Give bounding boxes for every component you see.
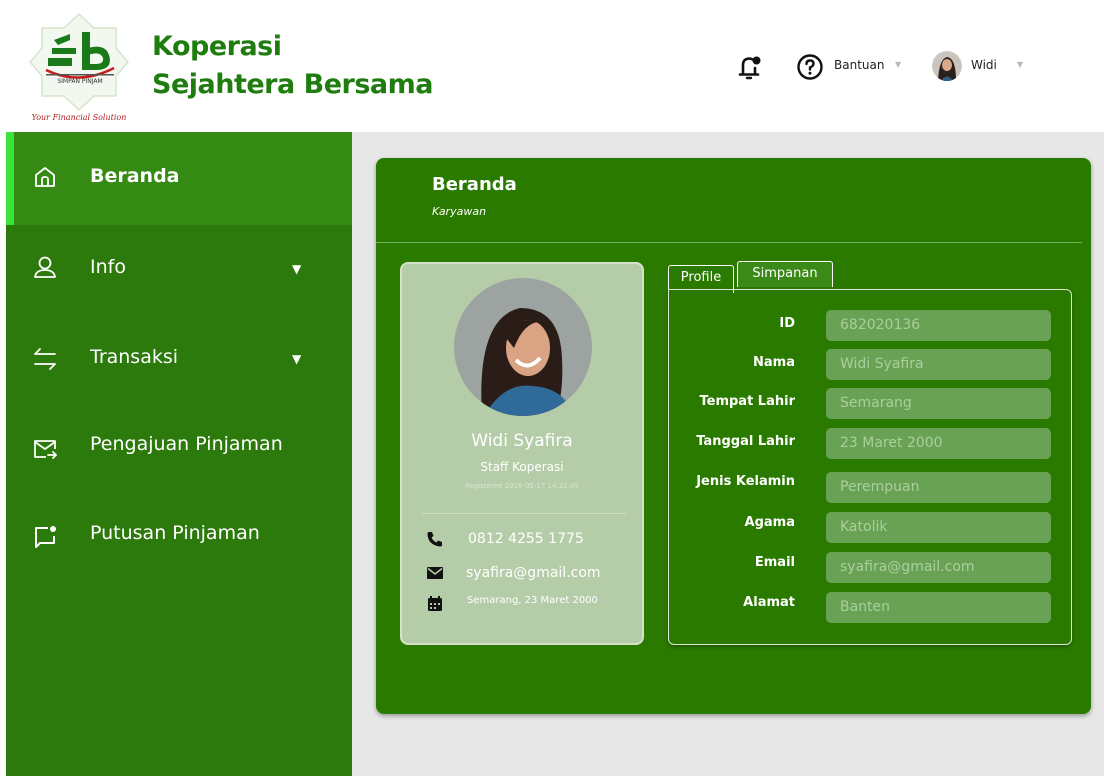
field-label: Jenis Kelamin (696, 474, 795, 489)
active-indicator (6, 132, 14, 225)
profile-photo (454, 278, 592, 416)
page-title: Beranda (432, 174, 517, 195)
phone-icon (426, 530, 444, 548)
field-value[interactable]: Perempuan (826, 472, 1051, 503)
sidebar-item-putusan-pinjaman[interactable]: Putusan Pinjaman (6, 510, 352, 570)
sidebar-item-beranda[interactable]: Beranda (6, 132, 352, 225)
divider (376, 242, 1082, 243)
field-id: ID 682020136 (669, 310, 1073, 342)
sidebar-item-label: Info (90, 256, 126, 278)
field-jenis-kelamin: Jenis Kelamin Perempuan (669, 472, 1073, 504)
logo-text: SIMPAN PINJAM (57, 78, 102, 85)
question-circle-icon[interactable] (796, 53, 824, 81)
field-value[interactable]: Katolik (826, 512, 1051, 543)
profile-form: ID 682020136 Nama Widi Syafira Tempat La… (668, 289, 1072, 645)
phone-number: 0812 4255 1775 (468, 531, 584, 547)
sidebar-item-transaksi[interactable]: Transaksi ▼ (6, 332, 352, 392)
profile-card: Widi Syafira Staff Koperasi Registered 2… (400, 262, 644, 645)
field-value[interactable]: syafira@gmail.com (826, 552, 1051, 583)
email-address: syafira@gmail.com (466, 565, 601, 581)
brand-name: Koperasi Sejahtera Bersama (152, 31, 433, 100)
sidebar-item-label: Transaksi (90, 346, 179, 368)
tab-simpanan[interactable]: Simpanan (737, 261, 833, 287)
field-tanggal-lahir: Tanggal Lahir 23 Maret 2000 (669, 428, 1073, 460)
field-alamat: Alamat Banten (669, 592, 1073, 624)
field-label: Nama (753, 355, 795, 370)
sidebar-item-label: Pengajuan Pinjaman (90, 433, 283, 455)
page-subtitle: Karyawan (432, 205, 487, 218)
mail-icon (426, 564, 444, 582)
swap-arrows-icon (32, 346, 58, 372)
logo-tagline: Your Financial Solution (32, 113, 127, 122)
mail-forward-icon (32, 436, 58, 462)
sidebar-item-info[interactable]: Info ▼ (6, 242, 352, 302)
registered-timestamp: Registered 2018-05-17 14:22:45 (465, 482, 579, 490)
field-nama: Nama Widi Syafira (669, 349, 1073, 381)
birth-place-date: Semarang, 23 Maret 2000 (467, 595, 598, 606)
caret-down-icon: ▼ (292, 262, 302, 276)
field-value[interactable]: Widi Syafira (826, 349, 1051, 380)
profile-name: Widi Syafira (471, 431, 573, 451)
field-value[interactable]: 682020136 (826, 310, 1051, 341)
profile-role: Staff Koperasi (480, 460, 564, 474)
user-menu-label[interactable]: Widi (971, 58, 997, 72)
sidebar: Beranda Info ▼ Transaksi ▼ Pengajuan Pin… (6, 132, 352, 776)
chevron-down-icon[interactable]: ▼ (1017, 60, 1023, 69)
field-label: Agama (744, 515, 795, 530)
chevron-down-icon[interactable]: ▼ (895, 60, 901, 69)
top-header: SIMPAN PINJAM Your Financial Solution Ko… (0, 0, 1104, 132)
bell-icon[interactable] (734, 52, 764, 82)
field-value[interactable]: Banten (826, 592, 1051, 623)
sidebar-item-label: Putusan Pinjaman (90, 522, 260, 544)
caret-down-icon: ▼ (292, 352, 302, 366)
field-label: Alamat (743, 595, 795, 610)
avatar[interactable] (932, 51, 962, 81)
calendar-icon (426, 595, 444, 613)
user-icon (32, 254, 58, 280)
field-tempat-lahir: Tempat Lahir Semarang (669, 388, 1073, 420)
divider (422, 513, 626, 514)
field-label: Email (754, 555, 795, 570)
field-value[interactable]: Semarang (826, 388, 1051, 419)
beranda-panel: Beranda Karyawan Widi Syafira Staff Kope… (376, 158, 1091, 714)
koperasi-logo[interactable]: SIMPAN PINJAM Your Financial Solution (26, 10, 132, 124)
chat-notification-icon (32, 524, 58, 550)
help-menu-label[interactable]: Bantuan (834, 58, 884, 72)
field-email: Email syafira@gmail.com (669, 552, 1073, 584)
field-agama: Agama Katolik (669, 512, 1073, 544)
sidebar-item-label: Beranda (90, 165, 180, 187)
field-label: Tanggal Lahir (696, 434, 795, 449)
field-label: ID (779, 316, 795, 331)
home-icon (32, 164, 58, 190)
sidebar-item-pengajuan-pinjaman[interactable]: Pengajuan Pinjaman (6, 420, 352, 480)
field-label: Tempat Lahir (699, 394, 795, 409)
field-value[interactable]: 23 Maret 2000 (826, 428, 1051, 459)
